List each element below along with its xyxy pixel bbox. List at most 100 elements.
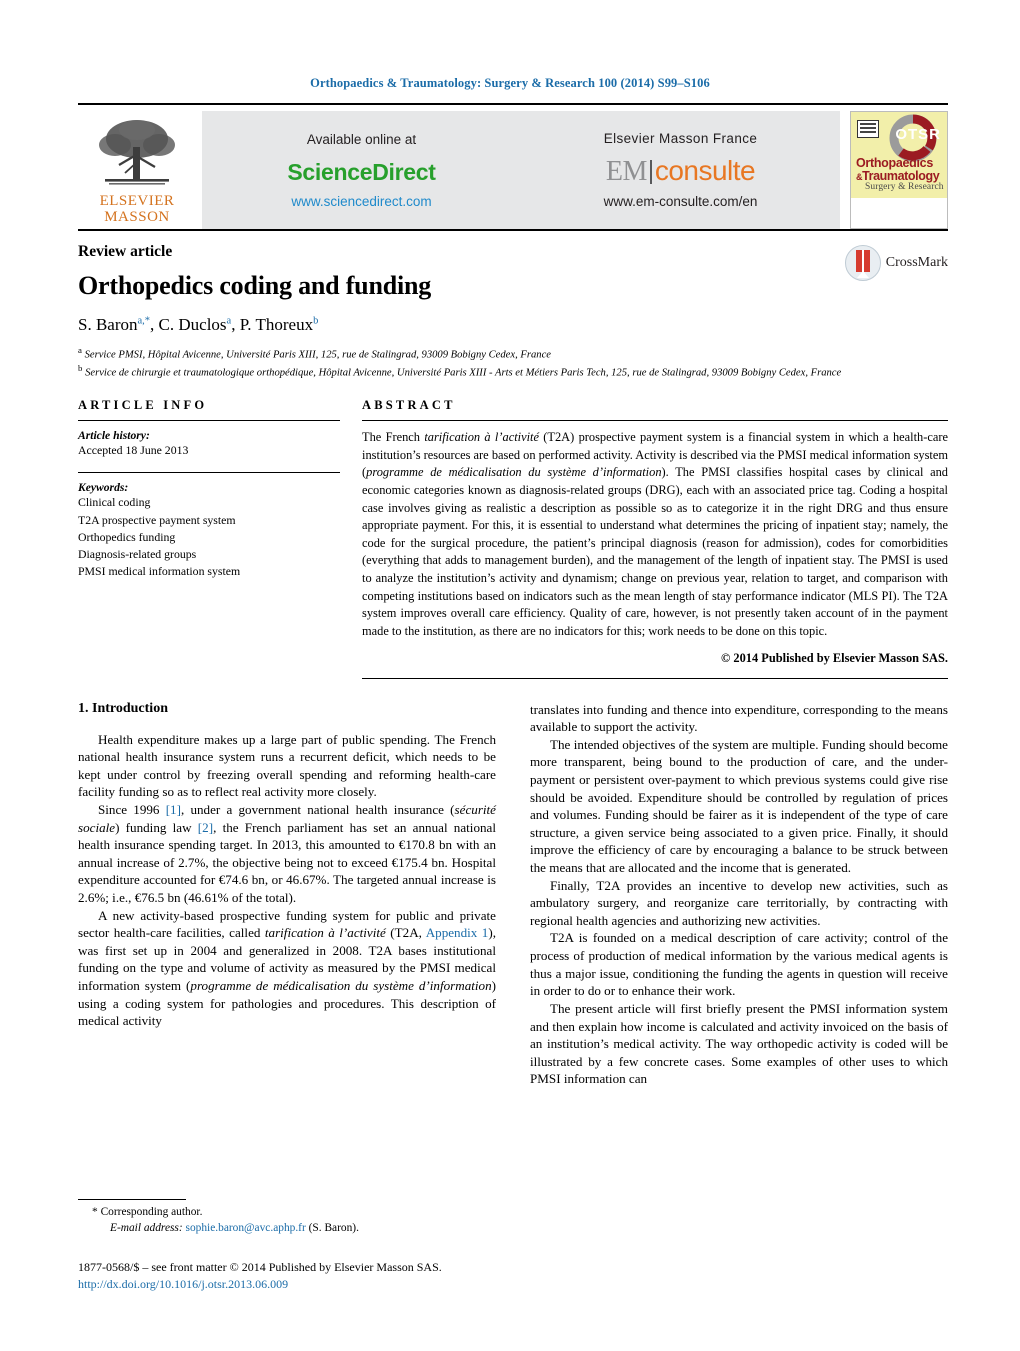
italic-term: tarification à l’activité bbox=[264, 925, 386, 941]
journal-article-page: Orthopaedics & Traumatology: Surgery & R… bbox=[0, 0, 1020, 1351]
author-affiliation-mark: b bbox=[313, 315, 319, 327]
section-heading-introduction: 1. Introduction bbox=[78, 700, 168, 716]
elsevier-tree-icon bbox=[89, 115, 185, 193]
affiliation-item: a Service PMSI, Hôpital Avicenne, Univer… bbox=[78, 345, 551, 361]
elsevier-masson-france-label: Elsevier Masson France bbox=[603, 131, 758, 146]
otsr-acronym: OTSR bbox=[895, 126, 941, 143]
crossmark-label: CrossMark bbox=[885, 255, 948, 270]
elsevier-word-line1: ELSEVIER bbox=[99, 193, 175, 209]
text-fragment: (T2A, bbox=[385, 925, 426, 941]
article-body: 1. Introduction Health expenditure makes… bbox=[78, 701, 948, 1088]
crossmark-badge[interactable]: CrossMark bbox=[844, 245, 948, 281]
publisher-banner: Available online at ScienceDirect www.sc… bbox=[202, 111, 840, 229]
issn-copyright-line: 1877-0568/$ – see front matter © 2014 Pu… bbox=[78, 1259, 442, 1274]
text-fragment: T2A is founded on a medical description … bbox=[530, 930, 948, 999]
divider bbox=[362, 420, 948, 422]
abstract-italic-term: tarification à l’activité bbox=[424, 430, 539, 445]
left-column-paragraphs: Health expenditure makes up a large part… bbox=[78, 731, 496, 1030]
text-fragment: The present article will first briefly p… bbox=[530, 1000, 948, 1087]
abstract-italic-term: programme de médicalisation du système d… bbox=[366, 465, 662, 480]
email-address-link[interactable]: sophie.baron@avc.aphp.fr bbox=[186, 1222, 306, 1234]
divider bbox=[78, 472, 340, 474]
elsevier-logo: ELSEVIER MASSON bbox=[78, 111, 196, 229]
emconsulte-divider bbox=[649, 160, 652, 184]
body-paragraph: T2A is founded on a medical description … bbox=[530, 929, 948, 999]
elsevier-wordmark: ELSEVIER MASSON bbox=[99, 193, 175, 226]
article-history-value: Accepted 18 June 2013 bbox=[78, 443, 189, 458]
text-fragment: Since 1996 bbox=[98, 801, 166, 817]
author-affiliation-mark: a,* bbox=[137, 315, 151, 327]
cover-title-line2-text: Traumatology bbox=[862, 168, 940, 183]
abstract-heading: ABSTRACT bbox=[362, 398, 456, 413]
footer-block: 1877-0568/$ – see front matter © 2014 Pu… bbox=[78, 1259, 496, 1293]
body-paragraph: Finally, T2A provides an incentive to de… bbox=[530, 877, 948, 930]
text-fragment: translates into funding and thence into … bbox=[530, 701, 948, 735]
abstract-fragment: ). The PMSI classifies hospital cases by… bbox=[362, 465, 948, 638]
article-type: Review article bbox=[78, 243, 173, 260]
sciencedirect-url[interactable]: www.sciencedirect.com bbox=[291, 194, 431, 209]
author-name: C. Duclos bbox=[158, 315, 227, 334]
running-head: Orthopaedics & Traumatology: Surgery & R… bbox=[310, 76, 710, 90]
author-list: S. Barona,*, C. Duclosa, P. Thoreuxb bbox=[78, 315, 319, 334]
email-note: E-mail address: sophie.baron@avc.aphp.fr… bbox=[84, 1221, 496, 1237]
divider bbox=[362, 677, 948, 679]
keywords-label: Keywords: bbox=[78, 481, 129, 495]
affiliation-list: a Service PMSI, Hôpital Avicenne, Univer… bbox=[78, 345, 948, 380]
sciencedirect-wordmark: ScienceDirect bbox=[287, 158, 436, 185]
body-column-right: translates into funding and thence into … bbox=[530, 701, 948, 1088]
cover-title-line2: &Traumatology bbox=[856, 168, 940, 183]
corresponding-label: Corresponding author. bbox=[100, 1206, 203, 1218]
abstract-fragment: The French bbox=[362, 430, 425, 445]
cover-subtitle: Surgery & Research bbox=[865, 182, 944, 192]
page-title: Orthopedics coding and funding bbox=[78, 271, 432, 300]
emconsulte-prefix: EM bbox=[605, 156, 648, 187]
article-info-heading: ARTICLE INFO bbox=[78, 398, 208, 413]
text-fragment: , under a government national health ins… bbox=[180, 801, 455, 817]
journal-cover-title: Orthopaedics &Traumatology bbox=[856, 157, 940, 183]
emconsulte-suffix: consulte bbox=[654, 155, 756, 186]
emconsulte-block: Elsevier Masson France EM consulte www.em… bbox=[521, 111, 840, 229]
footnote-divider bbox=[78, 1199, 186, 1200]
text-fragment: Finally, T2A provides an incentive to de… bbox=[530, 877, 948, 928]
emconsulte-wordmark: EM consulte bbox=[605, 155, 756, 188]
doi-link[interactable]: http://dx.doi.org/10.1016/j.otsr.2013.06… bbox=[78, 1276, 496, 1293]
author-affiliation-mark: a bbox=[226, 315, 232, 327]
footnote-zone: * Corresponding author. E-mail address: … bbox=[78, 1199, 496, 1293]
citation-link[interactable]: Appendix 1 bbox=[426, 925, 489, 940]
journal-cover-thumbnail[interactable]: OTSR Orthopaedics &Traumatology Surgery … bbox=[850, 111, 948, 229]
abstract-text: The French tarification à l’activité (T2… bbox=[362, 429, 948, 640]
author-name: P. Thoreux bbox=[239, 315, 314, 334]
affiliation-item: b Service de chirurgie et traumatologiqu… bbox=[78, 362, 842, 379]
keywords-list: Clinical coding T2A prospective payment s… bbox=[78, 494, 340, 579]
info-abstract-row: ARTICLE INFO Article history: Accepted 1… bbox=[78, 398, 948, 679]
body-column-left: 1. Introduction Health expenditure makes… bbox=[78, 701, 496, 1088]
email-label: E-mail address: bbox=[110, 1221, 183, 1234]
keyword-item: Orthopedics funding bbox=[78, 529, 176, 544]
article-history-label: Article history: bbox=[78, 429, 150, 443]
sciencedirect-block: Available online at ScienceDirect www.sc… bbox=[202, 111, 521, 229]
elsevier-word-line2: MASSON bbox=[104, 208, 170, 225]
body-paragraph: The intended objectives of the system ar… bbox=[530, 736, 948, 877]
italic-term: programme de médicalisation du système d… bbox=[190, 978, 492, 994]
body-paragraph: A new activity-based prospective funding… bbox=[78, 907, 496, 1030]
divider bbox=[78, 420, 340, 422]
abstract-copyright: © 2014 Published by Elsevier Masson SAS. bbox=[721, 650, 948, 665]
email-suffix: (S. Baron). bbox=[308, 1221, 359, 1234]
keyword-item: PMSI medical information system bbox=[78, 563, 241, 578]
emconsulte-url[interactable]: www.em-consulte.com/en bbox=[604, 194, 758, 209]
citation-link[interactable]: [1] bbox=[166, 802, 181, 817]
crossmark-icon bbox=[844, 245, 881, 281]
masthead: ELSEVIER MASSON Available online at Scie… bbox=[78, 103, 948, 229]
available-online-label: Available online at bbox=[306, 131, 417, 147]
abstract-column: ABSTRACT The French tarification à l’act… bbox=[362, 398, 948, 679]
text-fragment: ) funding law bbox=[115, 819, 198, 835]
citation-link[interactable]: [2] bbox=[198, 820, 213, 835]
keyword-item: Diagnosis-related groups bbox=[78, 546, 197, 561]
article-info-column: ARTICLE INFO Article history: Accepted 1… bbox=[78, 398, 340, 678]
keyword-item: T2A prospective payment system bbox=[78, 512, 236, 527]
elsevier-mini-logo-icon bbox=[857, 120, 879, 138]
corresponding-marker: * bbox=[92, 1206, 98, 1218]
corresponding-author-note: * Corresponding author. bbox=[84, 1205, 496, 1221]
body-paragraph: Since 1996 [1], under a government natio… bbox=[78, 801, 496, 907]
text-fragment: Health expenditure makes up a large part… bbox=[78, 731, 496, 800]
